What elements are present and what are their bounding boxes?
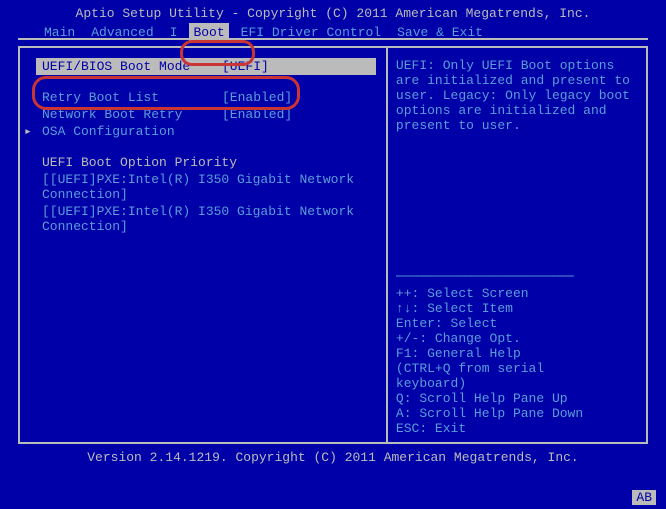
- footer: Version 2.14.1219. Copyright (C) 2011 Am…: [0, 444, 666, 471]
- hint-select-item: ↑↓: Select Item: [396, 301, 640, 316]
- settings-pane: UEFI/BIOS Boot Mode [UEFI] Retry Boot Li…: [20, 48, 388, 442]
- hint-f1: F1: General Help: [396, 346, 640, 361]
- hint-divider: ──────────────────────────: [396, 269, 640, 284]
- setting-retry-list[interactable]: Retry Boot List [Enabled]: [26, 89, 380, 106]
- footer-text: Version 2.14.1219. Copyright (C) 2011 Am…: [87, 450, 578, 465]
- boot-priority-heading: UEFI Boot Option Priority: [26, 154, 380, 171]
- hint-scroll-up: Q: Scroll Help Pane Up: [396, 391, 640, 406]
- setting-value: [Enabled]: [222, 90, 292, 105]
- main-frame: UEFI/BIOS Boot Mode [UEFI] Retry Boot Li…: [18, 46, 648, 444]
- hint-change-opt: +/-: Change Opt.: [396, 331, 640, 346]
- help-text: UEFI: Only UEFI Boot options are initial…: [396, 58, 640, 267]
- submenu-arrow-icon: ▸: [24, 124, 32, 139]
- boot-option-2[interactable]: [[UEFI]PXE:Intel(R) I350 Gigabit Network…: [26, 203, 380, 235]
- title-text: Aptio Setup Utility - Copyright (C) 2011…: [76, 6, 591, 21]
- hint-select-screen: ++: Select Screen: [396, 286, 640, 301]
- setting-label: Retry Boot List: [42, 90, 222, 105]
- key-hints: ++: Select Screen ↑↓: Select Item Enter:…: [396, 286, 640, 436]
- setting-network-retry[interactable]: Network Boot Retry [Enabled]: [26, 106, 380, 123]
- spacer: [26, 140, 380, 154]
- setting-osa-config[interactable]: ▸ OSA Configuration: [26, 123, 380, 140]
- hint-enter: Enter: Select: [396, 316, 640, 331]
- hint-esc: ESC: Exit: [396, 421, 640, 436]
- hint-ctrlq1: (CTRL+Q from serial: [396, 361, 640, 376]
- menu-bar: Main Advanced I Boot EFI Driver Control …: [0, 23, 666, 46]
- setting-value: [UEFI]: [222, 59, 269, 74]
- spacer: [26, 75, 380, 89]
- help-pane: UEFI: Only UEFI Boot options are initial…: [388, 48, 646, 442]
- setting-label: Network Boot Retry: [42, 107, 222, 122]
- corner-label: AB: [632, 490, 656, 505]
- setting-value: [Enabled]: [222, 107, 292, 122]
- setting-boot-mode[interactable]: UEFI/BIOS Boot Mode [UEFI]: [36, 58, 376, 75]
- setting-label: UEFI/BIOS Boot Mode: [42, 59, 222, 74]
- hint-scroll-down: A: Scroll Help Pane Down: [396, 406, 640, 421]
- title-bar: Aptio Setup Utility - Copyright (C) 2011…: [0, 0, 666, 23]
- setting-label: OSA Configuration: [42, 124, 222, 139]
- hint-ctrlq2: keyboard): [396, 376, 640, 391]
- boot-option-1[interactable]: [[UEFI]PXE:Intel(R) I350 Gigabit Network…: [26, 171, 380, 203]
